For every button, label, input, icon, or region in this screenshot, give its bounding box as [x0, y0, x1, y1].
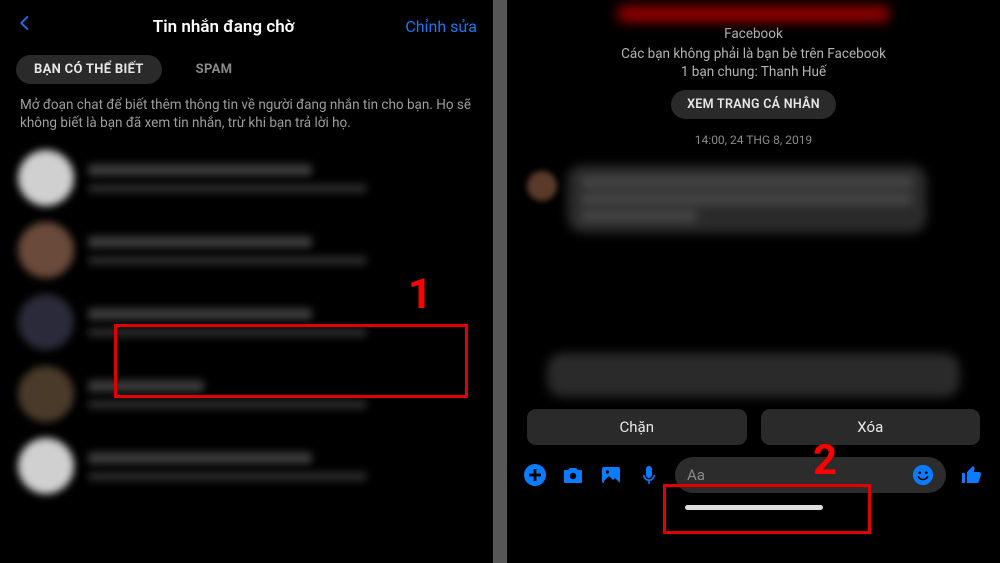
avatar — [18, 222, 74, 278]
chat-name-blurred — [88, 164, 312, 176]
tab-spam[interactable]: SPAM — [178, 55, 251, 84]
edit-link[interactable]: Chỉnh sửa — [405, 17, 477, 36]
message-bubble-blurred — [567, 165, 927, 233]
chat-preview-blurred — [88, 472, 367, 481]
requests-hint-text: Mở đoạn chat để biết thêm thông tin về n… — [0, 86, 493, 142]
received-message-row — [527, 165, 980, 233]
gallery-icon[interactable] — [599, 463, 623, 487]
left-page-title: Tin nhắn đang chờ — [42, 17, 405, 37]
tutorial-stage: Tin nhắn đang chờ Chỉnh sửa BẠN CÓ THỂ B… — [0, 0, 1000, 563]
message-bubble-blurred — [547, 353, 960, 397]
annotation-number-2: 2 — [813, 436, 837, 485]
plus-icon[interactable] — [523, 463, 547, 487]
chat-name-blurred — [88, 308, 312, 320]
not-friends-text: Các bạn không phải là bạn bè trên Facebo… — [527, 46, 980, 62]
thumbs-up-icon[interactable] — [960, 463, 984, 487]
phone-divider — [493, 0, 507, 563]
view-profile-button[interactable]: XEM TRANG CÁ NHÂN — [671, 90, 836, 119]
tab-you-may-know[interactable]: BẠN CÓ THỂ BIẾT — [16, 55, 162, 84]
message-area — [507, 149, 1000, 397]
microphone-icon[interactable] — [637, 463, 661, 487]
chat-request-item[interactable] — [8, 142, 485, 214]
annotation-box-1 — [114, 324, 468, 398]
annotation-number-1: 1 — [408, 270, 432, 319]
left-phone-message-requests: Tin nhắn đang chờ Chỉnh sửa BẠN CÓ THỂ B… — [0, 0, 493, 563]
chat-timestamp: 14:00, 24 THG 8, 2019 — [527, 133, 980, 147]
emoji-icon[interactable] — [912, 464, 934, 486]
chat-name-blurred — [88, 452, 312, 464]
chat-preview-blurred — [88, 400, 367, 409]
left-header: Tin nhắn đang chờ Chỉnh sửa — [0, 0, 493, 49]
delete-button[interactable]: Xóa — [761, 409, 981, 445]
chat-header-info: Facebook Các bạn không phải là bạn bè tr… — [507, 0, 1000, 149]
right-phone-chat-view: Facebook Các bạn không phải là bạn bè tr… — [507, 0, 1000, 563]
avatar — [18, 366, 74, 422]
avatar — [18, 438, 74, 494]
avatar — [18, 294, 74, 350]
chat-preview-blurred — [88, 184, 367, 193]
chat-request-item[interactable] — [8, 430, 485, 502]
chat-preview-blurred — [88, 256, 367, 265]
chat-request-list — [0, 142, 493, 502]
platform-label: Facebook — [527, 26, 980, 42]
mutual-friends-text: 1 bạn chung: Thanh Huế — [527, 64, 980, 80]
chat-contact-name-blurred — [618, 6, 890, 22]
request-tabs: BẠN CÓ THỂ BIẾT SPAM — [0, 49, 493, 86]
back-chevron-icon[interactable] — [16, 10, 42, 43]
annotation-box-2 — [663, 484, 871, 534]
message-avatar — [527, 171, 557, 201]
chat-name-blurred — [88, 236, 312, 248]
camera-icon[interactable] — [561, 463, 585, 487]
request-action-row: Chặn Xóa — [507, 397, 1000, 449]
input-placeholder: Aa — [687, 466, 705, 484]
avatar — [18, 150, 74, 206]
block-button[interactable]: Chặn — [527, 409, 747, 445]
